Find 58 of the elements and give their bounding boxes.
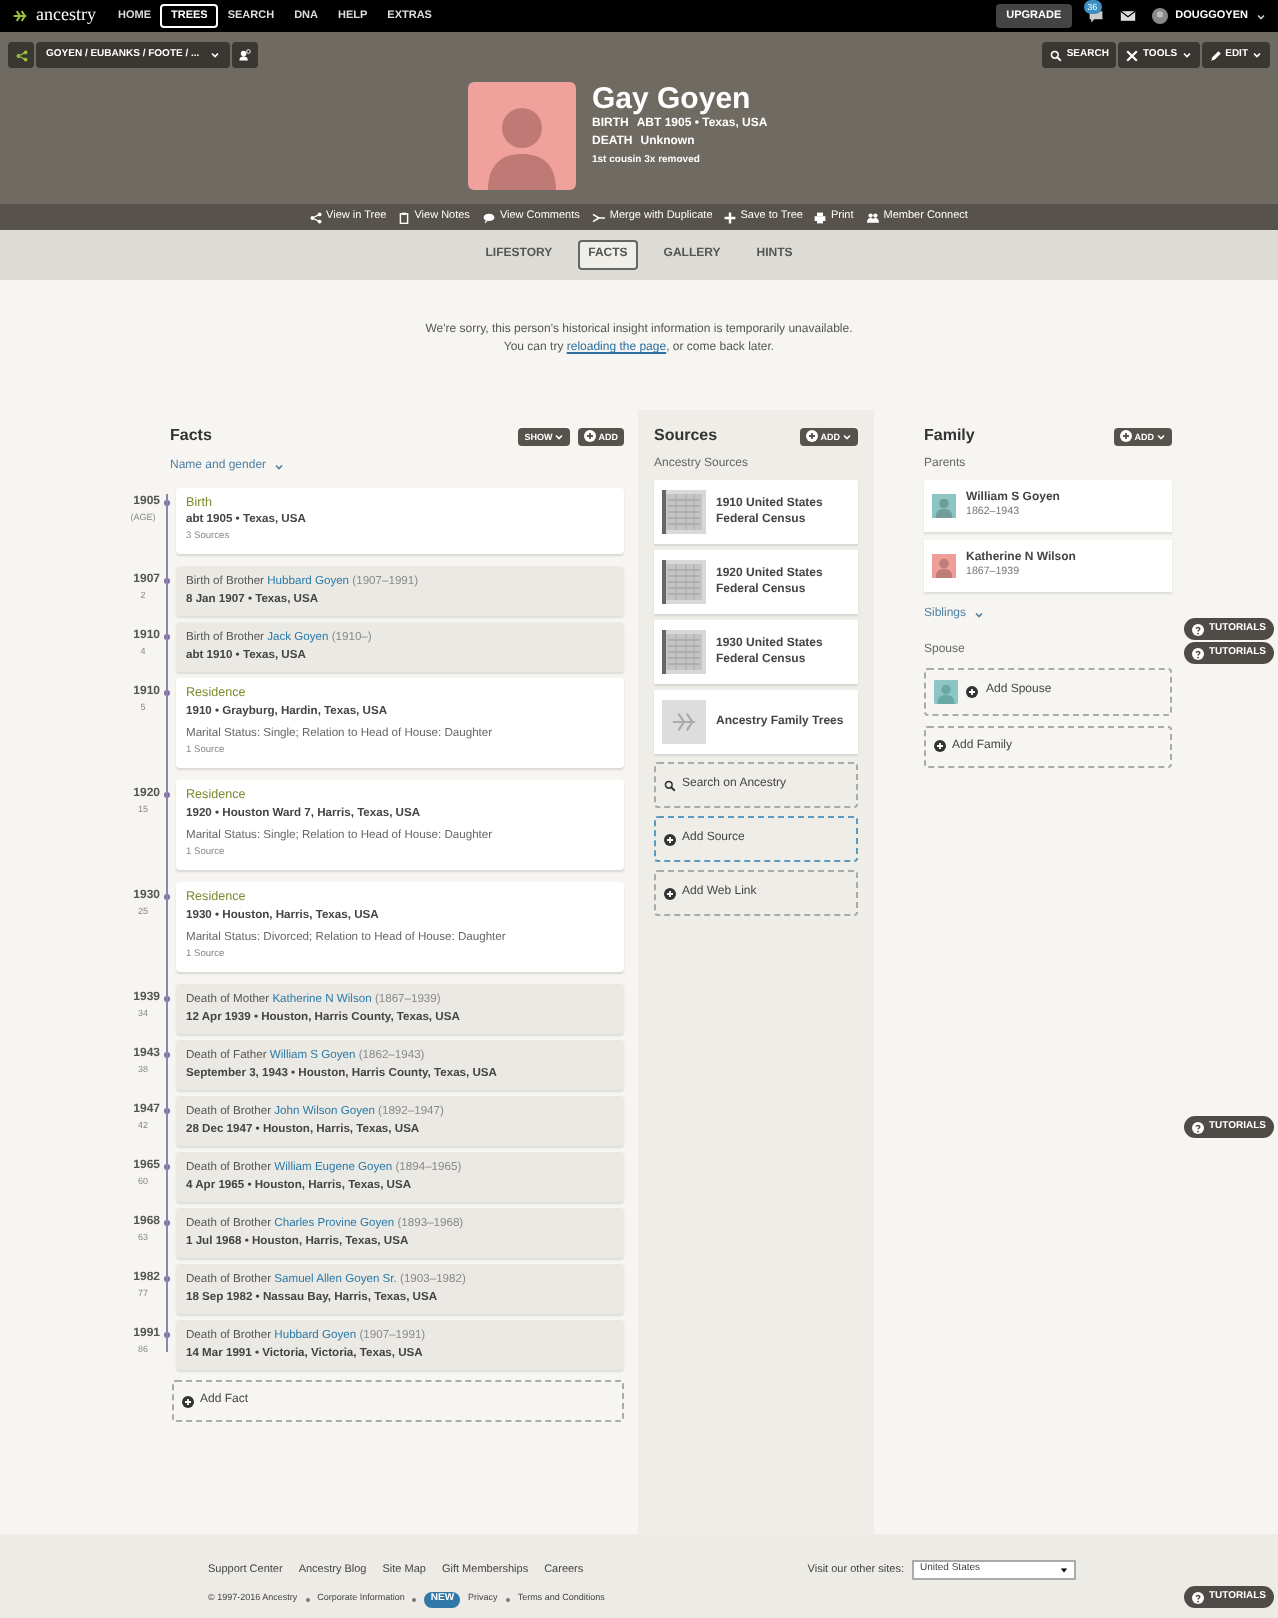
help-icon <box>1192 623 1205 635</box>
user-avatar-icon <box>1151 8 1168 24</box>
timeline-dot <box>164 1164 170 1170</box>
avatar-icon <box>934 679 958 703</box>
plus-circle-icon <box>584 430 597 442</box>
search-icon <box>664 779 676 791</box>
plus-circle-icon <box>664 833 676 845</box>
person-search-button[interactable] <box>231 42 258 68</box>
search-icon <box>1050 49 1063 61</box>
dropdown-arrow-icon <box>1060 1566 1068 1574</box>
timeline-dot <box>164 634 170 640</box>
caret-icon <box>842 431 852 441</box>
timeline-dot <box>164 1052 170 1058</box>
plus-circle-icon <box>1120 430 1133 442</box>
mail-icon <box>1119 8 1136 24</box>
logo-text[interactable]: ancestry <box>36 2 96 30</box>
plus-circle-icon <box>664 887 676 899</box>
timeline-dot <box>164 1108 170 1114</box>
help-icon <box>1192 647 1205 659</box>
section-title: Family <box>924 424 975 448</box>
plus-circle-icon <box>182 1395 194 1407</box>
print-icon <box>814 211 827 223</box>
comments-icon <box>481 211 496 223</box>
section-title: Sources <box>654 424 718 448</box>
caret-icon <box>1252 50 1262 60</box>
plus-icon <box>724 211 737 223</box>
pencil-icon <box>1209 49 1222 61</box>
caret-icon <box>274 462 285 472</box>
caret-icon <box>209 50 220 60</box>
person-name: Gay Goyen <box>592 82 753 116</box>
clipboard-icon <box>398 211 411 223</box>
caret-icon <box>554 431 565 441</box>
timeline-dot <box>164 1220 170 1226</box>
timeline-dot <box>164 499 170 505</box>
merge-icon <box>591 211 606 223</box>
timeline-dot <box>164 894 170 900</box>
timeline-dot <box>164 1276 170 1282</box>
caret-icon <box>1256 11 1266 21</box>
help-icon <box>1192 1121 1205 1133</box>
plus-circle-icon <box>806 430 819 442</box>
plus-circle-icon <box>934 740 946 752</box>
plus-circle-icon <box>966 685 978 697</box>
timeline-dot <box>164 690 170 696</box>
share-icon <box>15 49 27 61</box>
help-icon <box>1192 1591 1205 1603</box>
timeline-dot <box>164 792 170 798</box>
timeline-dot <box>164 578 170 584</box>
timeline-dot <box>164 1332 170 1338</box>
person-search-icon <box>237 48 252 62</box>
caret-icon <box>1181 50 1192 60</box>
people-icon <box>865 211 880 223</box>
tree-view-button[interactable] <box>8 42 34 68</box>
profile-photo-placeholder <box>468 82 576 190</box>
share-icon <box>310 211 323 223</box>
timeline-dot <box>164 996 170 1002</box>
section-title: Facts <box>170 424 212 448</box>
caret-icon <box>974 610 985 620</box>
caret-icon <box>1156 431 1166 441</box>
